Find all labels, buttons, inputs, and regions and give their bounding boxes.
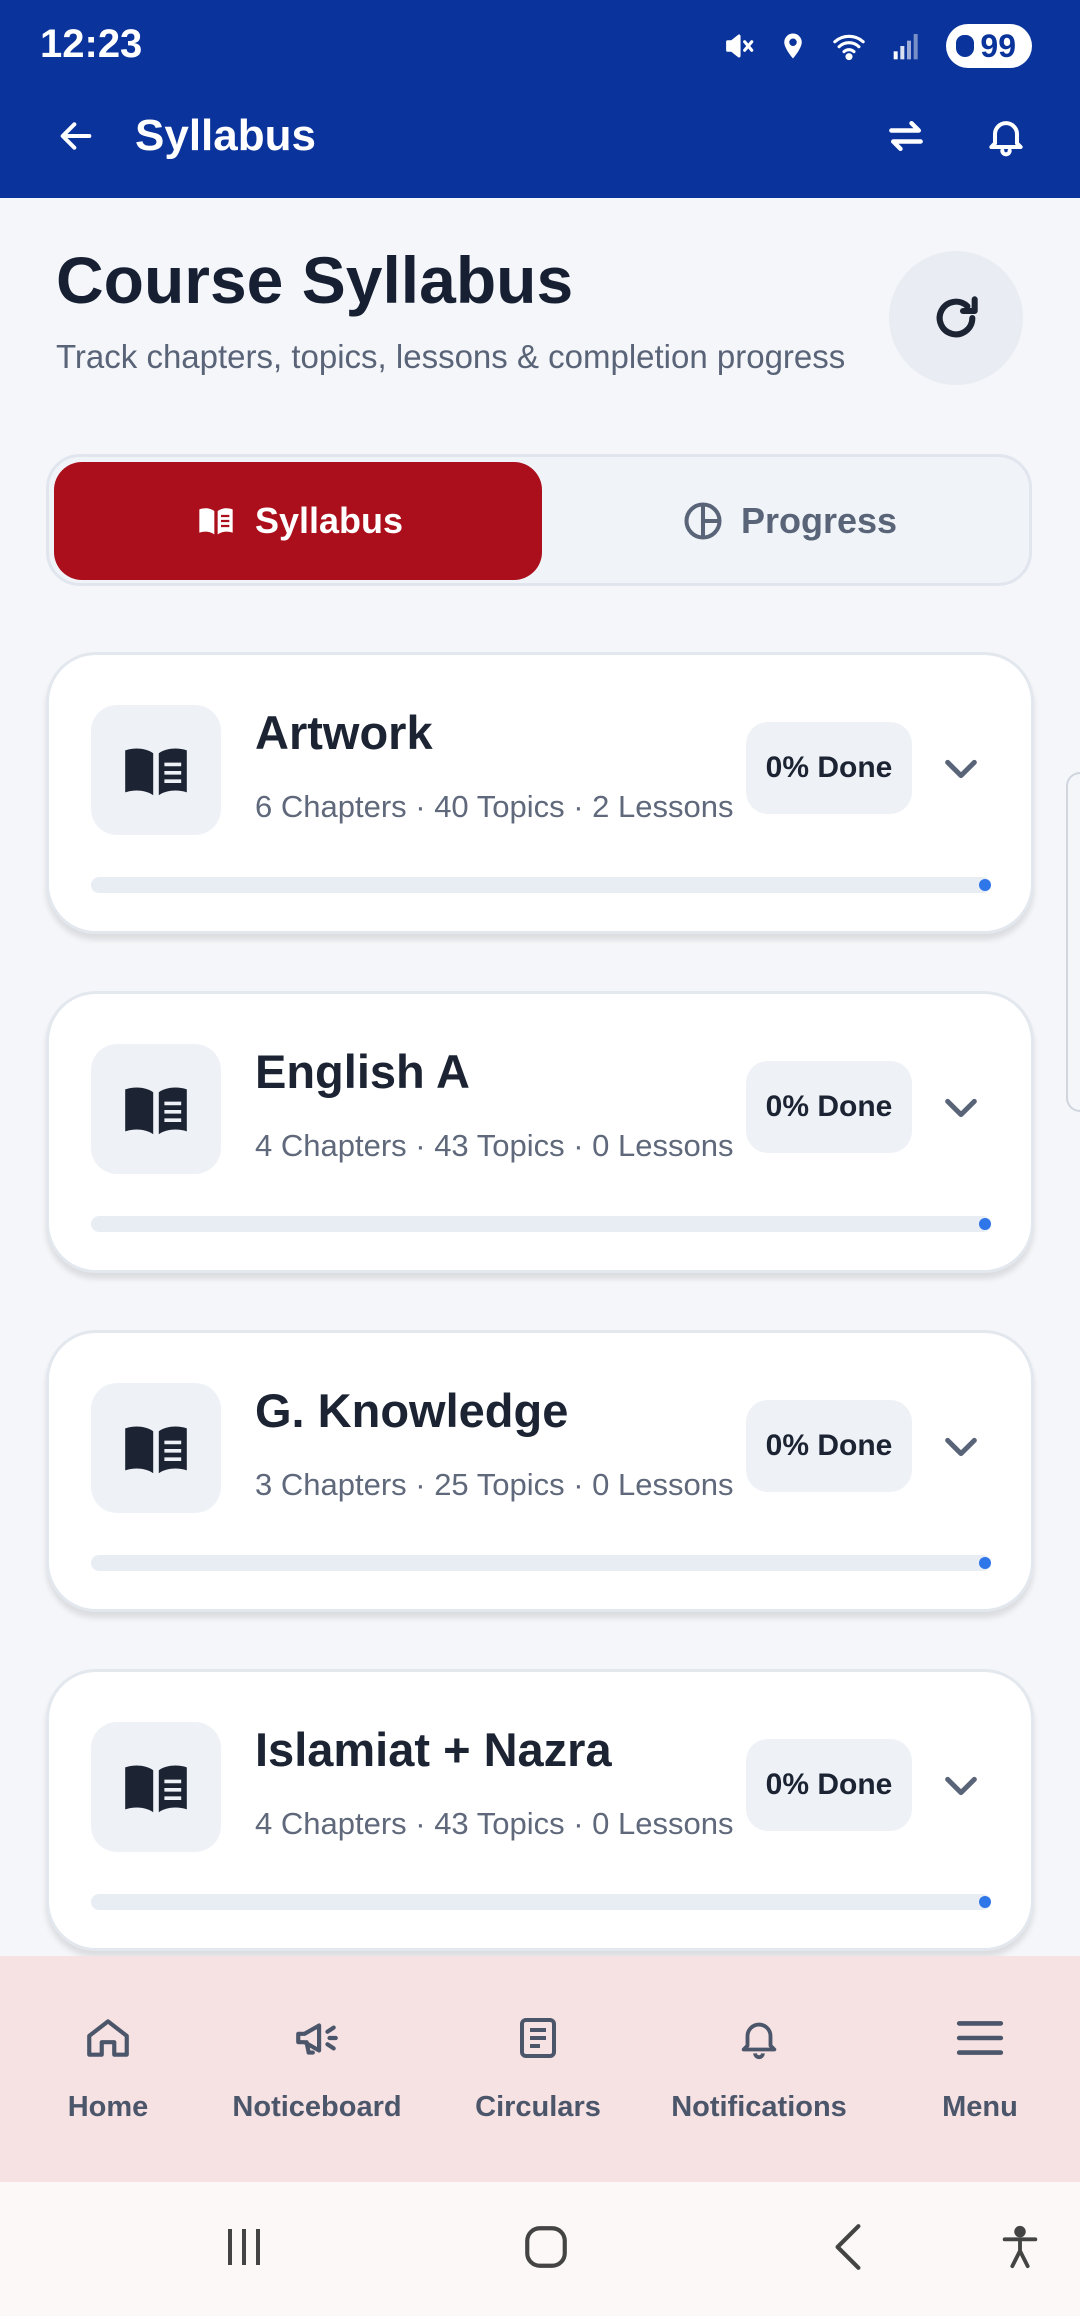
course-icon-box [91, 1044, 221, 1174]
open-book-icon [125, 748, 187, 796]
tab-progress-label: Progress [740, 500, 898, 541]
open-book-icon [199, 508, 233, 535]
back-system-button[interactable] [808, 2212, 888, 2282]
nav-noticeboard[interactable]: Noticeboard [209, 1956, 425, 2182]
progress-end-dot [979, 1557, 991, 1569]
mute-icon [722, 29, 756, 63]
document-icon [508, 2008, 568, 2068]
chevron-down-icon [945, 1098, 977, 1118]
accessibility-icon [1002, 2225, 1038, 2269]
open-book-icon [125, 1087, 187, 1135]
location-icon [778, 29, 808, 63]
status-icons: 99 [722, 22, 1032, 70]
nav-home-label: Home [67, 2091, 149, 2123]
completion-badge: 0% Done [746, 1061, 912, 1153]
course-meta: 3 Chapters · 25 Topics · 0 Lessons [255, 1467, 734, 1502]
bell-icon [989, 121, 1023, 157]
accessibility-button[interactable] [980, 2212, 1060, 2282]
nav-notifications[interactable]: Notifications [651, 1956, 867, 2182]
course-meta: 4 Chapters · 43 Topics · 0 Lessons [255, 1806, 734, 1841]
battery-shield-icon [956, 35, 975, 57]
nav-circulars[interactable]: Circulars [430, 1956, 646, 2182]
chevron-down-icon [945, 1437, 977, 1457]
course-name: Islamiat + Nazra [255, 1723, 612, 1776]
bell-icon [729, 2008, 789, 2068]
progress-bar [91, 1216, 991, 1232]
wifi-icon [830, 29, 868, 63]
expand-button[interactable] [935, 1762, 987, 1810]
nav-notifications-label: Notifications [671, 2091, 847, 2123]
expand-button[interactable] [935, 745, 987, 793]
status-time: 12:23 [40, 22, 143, 66]
app-header: 12:23 99 Syllabus [0, 0, 1080, 198]
recent-apps-icon [228, 2229, 260, 2265]
course-name: English A [255, 1045, 470, 1098]
battery-level: 99 [980, 27, 1016, 64]
course-card[interactable]: G. Knowledge 3 Chapters · 25 Topics · 0 … [46, 1330, 1034, 1612]
course-icon-box [91, 705, 221, 835]
pie-chart-icon [684, 502, 722, 540]
nav-menu-label: Menu [942, 2091, 1018, 2123]
progress-end-dot [979, 1218, 991, 1230]
course-meta: 6 Chapters · 40 Topics · 2 Lessons [255, 789, 734, 824]
chevron-down-icon [945, 1776, 977, 1796]
course-card[interactable]: English A 4 Chapters · 43 Topics · 0 Les… [46, 991, 1034, 1273]
progress-end-dot [979, 1896, 991, 1908]
refresh-icon [936, 296, 978, 338]
open-book-icon [125, 1765, 187, 1813]
view-tabs: Syllabus Progress [46, 454, 1032, 586]
system-navigation-bar [0, 2182, 1080, 2316]
home-square-icon [525, 2226, 567, 2268]
completion-badge: 0% Done [746, 1400, 912, 1492]
course-name: Artwork [255, 706, 433, 759]
course-name: G. Knowledge [255, 1384, 569, 1437]
nav-noticeboard-label: Noticeboard [232, 2091, 402, 2123]
notifications-button[interactable] [976, 106, 1036, 166]
expand-button[interactable] [935, 1084, 987, 1132]
progress-bar [91, 877, 991, 893]
switch-button[interactable] [876, 108, 936, 164]
back-chevron-icon [835, 2224, 861, 2270]
tab-syllabus[interactable]: Syllabus [54, 462, 542, 580]
page-subtitle: Track chapters, topics, lessons & comple… [56, 338, 846, 375]
course-icon-box [91, 1722, 221, 1852]
signal-icon [890, 30, 924, 62]
swap-arrows-icon [889, 120, 923, 152]
progress-end-dot [979, 879, 991, 891]
battery-indicator: 99 [946, 24, 1032, 68]
course-card[interactable]: Islamiat + Nazra 4 Chapters · 43 Topics … [46, 1669, 1034, 1951]
course-meta: 4 Chapters · 43 Topics · 0 Lessons [255, 1128, 734, 1163]
refresh-button[interactable] [889, 251, 1023, 385]
progress-bar [91, 1555, 991, 1571]
home-icon [78, 2008, 138, 2068]
nav-home[interactable]: Home [0, 1956, 216, 2182]
course-icon-box [91, 1383, 221, 1513]
home-system-button[interactable] [506, 2212, 586, 2282]
progress-bar [91, 1894, 991, 1910]
open-book-icon [125, 1426, 187, 1474]
chevron-down-icon [945, 759, 977, 779]
page-title: Course Syllabus [56, 243, 574, 317]
hamburger-icon [950, 2008, 1010, 2068]
recent-apps-button[interactable] [204, 2212, 284, 2282]
nav-circulars-label: Circulars [475, 2091, 601, 2123]
megaphone-icon [287, 2008, 347, 2068]
expand-button[interactable] [935, 1423, 987, 1471]
tab-syllabus-label: Syllabus [254, 500, 404, 541]
bottom-navigation: Home Noticeboard Circulars Notifications… [0, 1956, 1080, 2182]
completion-badge: 0% Done [746, 722, 912, 814]
back-button[interactable] [48, 108, 104, 164]
tab-progress[interactable]: Progress [549, 462, 1029, 580]
scrollbar[interactable] [1066, 772, 1080, 1112]
app-bar-title: Syllabus [135, 111, 316, 160]
arrow-left-icon [60, 122, 92, 150]
completion-badge: 0% Done [746, 1739, 912, 1831]
nav-menu[interactable]: Menu [872, 1956, 1080, 2182]
course-card[interactable]: Artwork 6 Chapters · 40 Topics · 2 Lesso… [46, 652, 1034, 934]
